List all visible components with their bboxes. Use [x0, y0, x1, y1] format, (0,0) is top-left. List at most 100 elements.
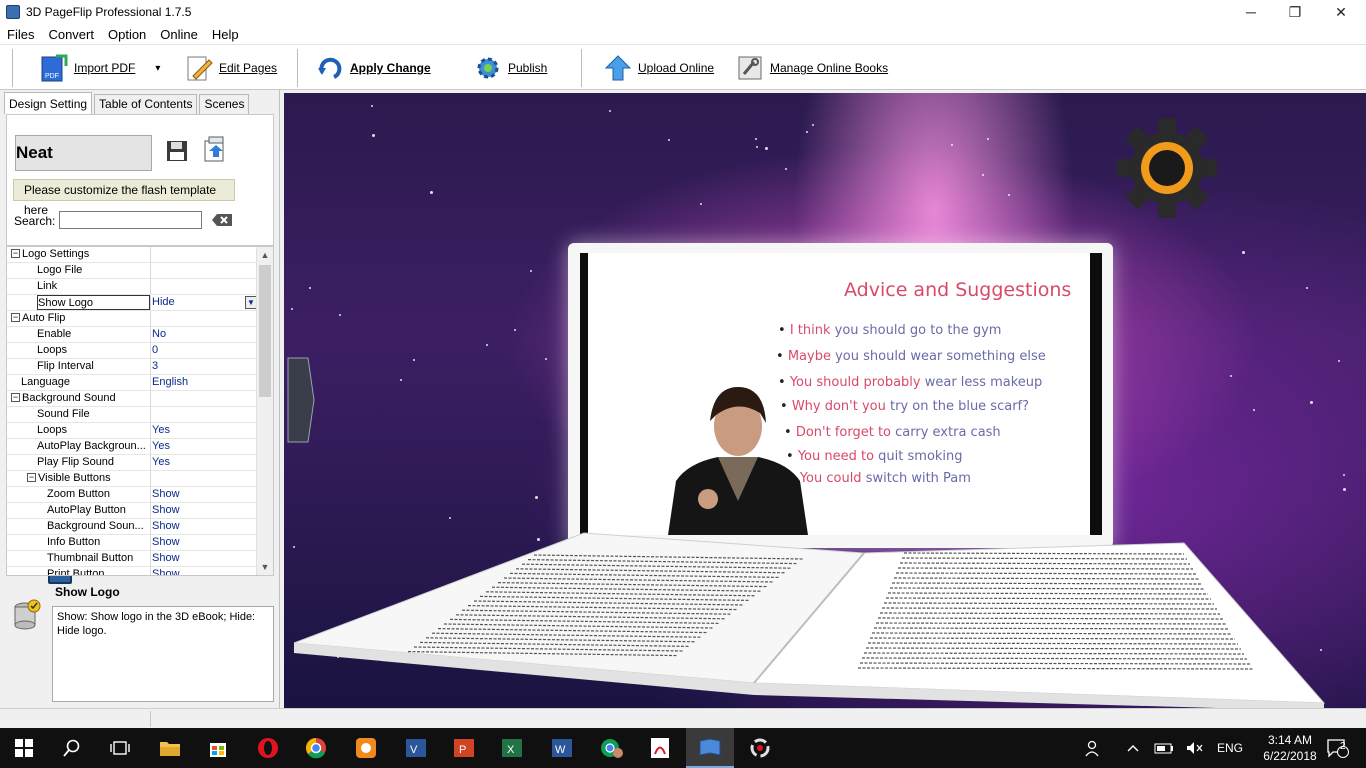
battery-icon[interactable]: [1152, 728, 1176, 768]
chevron-up-icon[interactable]: [1122, 728, 1144, 768]
excel-icon[interactable]: X: [488, 728, 536, 768]
search-input[interactable]: [59, 211, 202, 229]
property-value[interactable]: Show: [150, 503, 257, 518]
save-template-icon[interactable]: [166, 140, 188, 162]
sync-app-icon[interactable]: [736, 728, 784, 768]
manage-online-books-button[interactable]: Manage Online Books: [736, 51, 888, 85]
chrome-profile-icon[interactable]: [588, 728, 636, 768]
property-row[interactable]: Zoom Button Show: [7, 487, 257, 503]
tab-design-setting[interactable]: Design Setting: [4, 92, 93, 114]
property-row[interactable]: Show Logo Hide ▼: [7, 295, 257, 311]
menu-option[interactable]: Option: [101, 27, 153, 42]
book-preview[interactable]: Advice and Suggestions • I think you sho…: [284, 93, 1366, 708]
people-icon[interactable]: [1082, 728, 1106, 768]
property-value[interactable]: [150, 407, 257, 422]
property-row[interactable]: Logo File: [7, 263, 257, 279]
scroll-up-icon[interactable]: ▲: [257, 247, 273, 263]
collapse-icon[interactable]: −: [27, 472, 36, 482]
export-template-icon[interactable]: [203, 135, 229, 163]
search-icon[interactable]: [48, 728, 96, 768]
property-value[interactable]: [150, 263, 257, 278]
property-value[interactable]: English: [150, 375, 257, 390]
powerpoint-icon[interactable]: P: [440, 728, 488, 768]
input-language[interactable]: ENG: [1212, 728, 1248, 768]
property-value[interactable]: No: [150, 327, 257, 342]
collapse-icon[interactable]: −: [11, 392, 20, 402]
property-value[interactable]: Show: [150, 567, 257, 575]
tab-table-of-contents[interactable]: Table of Contents: [94, 94, 198, 114]
property-value[interactable]: [150, 391, 257, 406]
property-row[interactable]: Flip Interval 3: [7, 359, 257, 375]
word-doc-icon[interactable]: V: [392, 728, 440, 768]
video-screen[interactable]: Advice and Suggestions • I think you sho…: [568, 243, 1113, 548]
property-row[interactable]: Loops 0: [7, 343, 257, 359]
property-value[interactable]: [150, 279, 257, 294]
file-explorer-icon[interactable]: [146, 728, 194, 768]
action-center-icon[interactable]: 2: [1318, 728, 1358, 768]
volume-muted-icon[interactable]: [1184, 728, 1206, 768]
show-logo-select[interactable]: Hide ▼: [150, 295, 257, 310]
property-row[interactable]: AutoPlay Button Show: [7, 503, 257, 519]
customize-template-button[interactable]: Please customize the flash template here: [13, 179, 235, 217]
property-value[interactable]: [150, 247, 257, 262]
maximize-button[interactable]: ❐: [1272, 0, 1318, 24]
upload-online-button[interactable]: Upload Online: [604, 51, 714, 85]
menu-files[interactable]: Files: [0, 27, 41, 42]
close-button[interactable]: ✕: [1318, 0, 1364, 24]
property-grid-scrollbar[interactable]: ▲ ▼: [256, 247, 273, 575]
publish-button[interactable]: Publish: [474, 51, 547, 85]
menu-online[interactable]: Online: [153, 27, 205, 42]
open-book[interactable]: [284, 513, 1366, 708]
property-row[interactable]: − Visible Buttons: [7, 471, 257, 487]
property-row[interactable]: − Auto Flip: [7, 311, 257, 327]
apply-change-button[interactable]: Apply Change: [316, 51, 431, 85]
property-row[interactable]: Background Soun... Show: [7, 519, 257, 535]
tab-scenes[interactable]: Scenes: [199, 94, 250, 114]
property-value[interactable]: Show: [150, 519, 257, 534]
clear-search-icon[interactable]: [211, 213, 233, 227]
preview-side-handle-icon[interactable]: [286, 356, 316, 444]
property-row[interactable]: Play Flip Sound Yes: [7, 455, 257, 471]
property-row[interactable]: AutoPlay Backgroun... Yes: [7, 439, 257, 455]
scroll-down-icon[interactable]: ▼: [257, 559, 273, 575]
task-view-icon[interactable]: [96, 728, 144, 768]
property-value[interactable]: Show: [150, 487, 257, 502]
pageflip-taskbar-icon[interactable]: [686, 728, 734, 768]
property-value[interactable]: Yes: [150, 439, 257, 454]
edit-pages-button[interactable]: Edit Pages: [185, 51, 277, 85]
property-value[interactable]: Show: [150, 551, 257, 566]
property-value[interactable]: Yes: [150, 455, 257, 470]
word-icon[interactable]: W: [538, 728, 586, 768]
property-row[interactable]: Enable No: [7, 327, 257, 343]
property-row[interactable]: Info Button Show: [7, 535, 257, 551]
menu-help[interactable]: Help: [205, 27, 246, 42]
property-value[interactable]: 0: [150, 343, 257, 358]
scroll-thumb[interactable]: [259, 265, 271, 397]
property-row[interactable]: Thumbnail Button Show: [7, 551, 257, 567]
acrobat-icon[interactable]: [636, 728, 684, 768]
start-windows-icon[interactable]: [0, 728, 48, 768]
import-pdf-button[interactable]: PDF Import PDF ▾: [40, 51, 160, 85]
app-orange-icon[interactable]: [342, 728, 390, 768]
minimize-button[interactable]: ─: [1228, 0, 1274, 24]
template-button[interactable]: Neat: [15, 135, 152, 584]
property-value[interactable]: Yes: [150, 423, 257, 438]
property-value[interactable]: [150, 311, 257, 326]
collapse-icon[interactable]: −: [11, 248, 20, 258]
import-dropdown-icon[interactable]: ▾: [155, 63, 160, 74]
property-value[interactable]: 3: [150, 359, 257, 374]
property-row[interactable]: Language English: [7, 375, 257, 391]
collapse-icon[interactable]: −: [11, 312, 20, 322]
property-value[interactable]: [150, 471, 257, 486]
property-row[interactable]: − Background Sound: [7, 391, 257, 407]
property-value[interactable]: Show: [150, 535, 257, 550]
chrome-icon[interactable]: [292, 728, 340, 768]
property-row[interactable]: Link: [7, 279, 257, 295]
property-row[interactable]: Loops Yes: [7, 423, 257, 439]
property-row[interactable]: Print Button Show: [7, 567, 257, 575]
whiteboard-video[interactable]: Advice and Suggestions • I think you sho…: [580, 253, 1102, 535]
store-icon[interactable]: [194, 728, 242, 768]
opera-icon[interactable]: [244, 728, 292, 768]
settings-gear-icon[interactable]: [1114, 115, 1220, 221]
property-row[interactable]: Sound File: [7, 407, 257, 423]
